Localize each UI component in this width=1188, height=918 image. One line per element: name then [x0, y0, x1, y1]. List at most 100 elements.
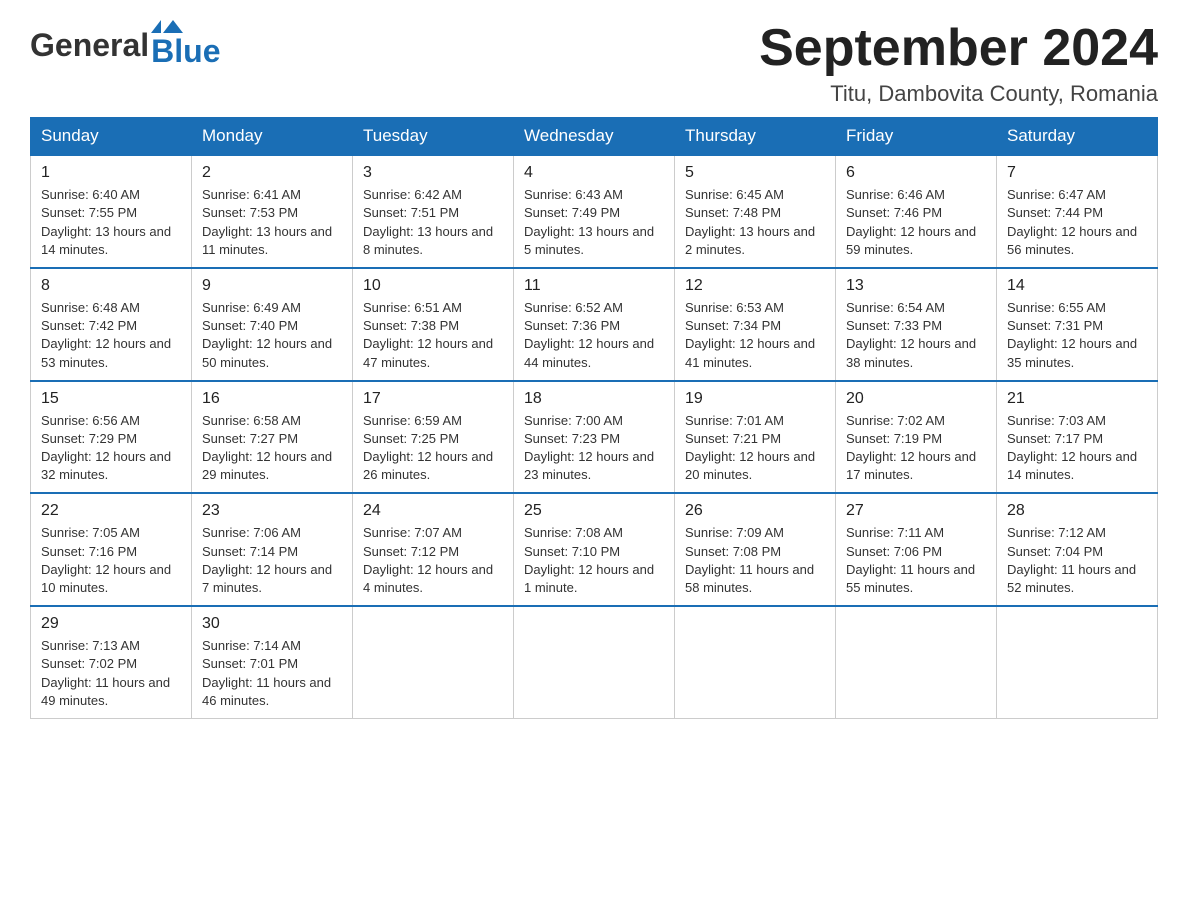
calendar-cell: 25 Sunrise: 7:08 AMSunset: 7:10 PMDayligh… — [514, 493, 675, 606]
calendar-cell: 15 Sunrise: 6:56 AMSunset: 7:29 PMDayligh… — [31, 381, 192, 494]
day-number: 28 — [1007, 502, 1147, 520]
calendar-cell: 28Sunrise: 7:12 AMSunset: 7:04 PMDayligh… — [997, 493, 1158, 606]
calendar-cell: 4Sunrise: 6:43 AMSunset: 7:49 PMDaylight… — [514, 155, 675, 268]
calendar-cell: 30Sunrise: 7:14 AMSunset: 7:01 PMDayligh… — [192, 606, 353, 718]
calendar-cell: 6 Sunrise: 6:46 AMSunset: 7:46 PMDaylight… — [836, 155, 997, 268]
day-number: 11 — [524, 277, 664, 295]
day-info: Sunrise: 6:46 AMSunset: 7:46 PMDaylight:… — [846, 186, 986, 259]
day-number: 17 — [363, 390, 503, 408]
calendar-cell: 8 Sunrise: 6:48 AMSunset: 7:42 PMDaylight… — [31, 268, 192, 381]
calendar-cell: 2 Sunrise: 6:41 AMSunset: 7:53 PMDaylight… — [192, 155, 353, 268]
calendar-cell: 23Sunrise: 7:06 AMSunset: 7:14 PMDayligh… — [192, 493, 353, 606]
calendar-cell: 5 Sunrise: 6:45 AMSunset: 7:48 PMDaylight… — [675, 155, 836, 268]
day-number: 2 — [202, 164, 342, 182]
calendar-table: SundayMondayTuesdayWednesdayThursdayFrid… — [30, 117, 1158, 719]
day-info: Sunrise: 6:56 AMSunset: 7:29 PMDaylight:… — [41, 412, 181, 485]
day-number: 23 — [202, 502, 342, 520]
day-info: Sunrise: 6:53 AMSunset: 7:34 PMDaylight:… — [685, 299, 825, 372]
weekday-header-thursday: Thursday — [675, 118, 836, 156]
day-info: Sunrise: 6:48 AMSunset: 7:42 PMDaylight:… — [41, 299, 181, 372]
calendar-cell: 3Sunrise: 6:42 AMSunset: 7:51 PMDaylight… — [353, 155, 514, 268]
calendar-cell: 11 Sunrise: 6:52 AMSunset: 7:36 PMDayligh… — [514, 268, 675, 381]
weekday-header-wednesday: Wednesday — [514, 118, 675, 156]
day-number: 5 — [685, 164, 825, 182]
calendar-cell — [675, 606, 836, 718]
day-info: Sunrise: 6:59 AMSunset: 7:25 PMDaylight:… — [363, 412, 503, 485]
day-number: 9 — [202, 277, 342, 295]
day-info: Sunrise: 7:07 AMSunset: 7:12 PMDaylight:… — [363, 524, 503, 597]
calendar-cell — [997, 606, 1158, 718]
calendar-cell: 24 Sunrise: 7:07 AMSunset: 7:12 PMDayligh… — [353, 493, 514, 606]
calendar-week-5: 29Sunrise: 7:13 AMSunset: 7:02 PMDayligh… — [31, 606, 1158, 718]
day-info: Sunrise: 7:03 AMSunset: 7:17 PMDaylight:… — [1007, 412, 1147, 485]
day-number: 16 — [202, 390, 342, 408]
month-title: September 2024 — [759, 20, 1158, 77]
calendar-body: 1 Sunrise: 6:40 AMSunset: 7:55 PMDaylight… — [31, 155, 1158, 718]
day-number: 25 — [524, 502, 664, 520]
day-info: Sunrise: 7:14 AMSunset: 7:01 PMDaylight:… — [202, 637, 342, 710]
day-number: 6 — [846, 164, 986, 182]
day-number: 3 — [363, 164, 503, 182]
calendar-cell: 19Sunrise: 7:01 AMSunset: 7:21 PMDayligh… — [675, 381, 836, 494]
day-number: 26 — [685, 502, 825, 520]
day-info: Sunrise: 7:09 AMSunset: 7:08 PMDaylight:… — [685, 524, 825, 597]
logo-general-text: General — [30, 27, 149, 64]
day-info: Sunrise: 6:55 AMSunset: 7:31 PMDaylight:… — [1007, 299, 1147, 372]
calendar-cell — [353, 606, 514, 718]
day-info: Sunrise: 6:54 AMSunset: 7:33 PMDaylight:… — [846, 299, 986, 372]
weekday-header-row: SundayMondayTuesdayWednesdayThursdayFrid… — [31, 118, 1158, 156]
calendar-week-4: 22 Sunrise: 7:05 AMSunset: 7:16 PMDayligh… — [31, 493, 1158, 606]
day-number: 24 — [363, 502, 503, 520]
logo-blue-text: Blue — [151, 33, 220, 70]
calendar-cell: 26 Sunrise: 7:09 AMSunset: 7:08 PMDayligh… — [675, 493, 836, 606]
calendar-cell: 22 Sunrise: 7:05 AMSunset: 7:16 PMDayligh… — [31, 493, 192, 606]
calendar-week-1: 1 Sunrise: 6:40 AMSunset: 7:55 PMDaylight… — [31, 155, 1158, 268]
day-info: Sunrise: 7:11 AMSunset: 7:06 PMDaylight:… — [846, 524, 986, 597]
day-number: 8 — [41, 277, 181, 295]
calendar-cell: 10Sunrise: 6:51 AMSunset: 7:38 PMDayligh… — [353, 268, 514, 381]
day-number: 14 — [1007, 277, 1147, 295]
day-number: 10 — [363, 277, 503, 295]
day-info: Sunrise: 7:08 AMSunset: 7:10 PMDaylight:… — [524, 524, 664, 597]
calendar-cell: 29Sunrise: 7:13 AMSunset: 7:02 PMDayligh… — [31, 606, 192, 718]
calendar-week-2: 8 Sunrise: 6:48 AMSunset: 7:42 PMDaylight… — [31, 268, 1158, 381]
title-section: September 2024 Titu, Dambovita County, R… — [759, 20, 1158, 107]
weekday-header-friday: Friday — [836, 118, 997, 156]
day-info: Sunrise: 7:05 AMSunset: 7:16 PMDaylight:… — [41, 524, 181, 597]
location-subtitle: Titu, Dambovita County, Romania — [759, 81, 1158, 107]
day-number: 19 — [685, 390, 825, 408]
weekday-header-monday: Monday — [192, 118, 353, 156]
day-info: Sunrise: 6:49 AMSunset: 7:40 PMDaylight:… — [202, 299, 342, 372]
day-number: 1 — [41, 164, 181, 182]
day-number: 22 — [41, 502, 181, 520]
weekday-header-sunday: Sunday — [31, 118, 192, 156]
calendar-week-3: 15 Sunrise: 6:56 AMSunset: 7:29 PMDayligh… — [31, 381, 1158, 494]
day-info: Sunrise: 6:45 AMSunset: 7:48 PMDaylight:… — [685, 186, 825, 259]
day-info: Sunrise: 6:41 AMSunset: 7:53 PMDaylight:… — [202, 186, 342, 259]
day-info: Sunrise: 6:40 AMSunset: 7:55 PMDaylight:… — [41, 186, 181, 259]
calendar-cell: 13Sunrise: 6:54 AMSunset: 7:33 PMDayligh… — [836, 268, 997, 381]
logo: General Blue — [30, 20, 221, 70]
calendar-cell: 14 Sunrise: 6:55 AMSunset: 7:31 PMDayligh… — [997, 268, 1158, 381]
calendar-cell: 7Sunrise: 6:47 AMSunset: 7:44 PMDaylight… — [997, 155, 1158, 268]
day-number: 20 — [846, 390, 986, 408]
calendar-cell: 21 Sunrise: 7:03 AMSunset: 7:17 PMDayligh… — [997, 381, 1158, 494]
day-info: Sunrise: 6:58 AMSunset: 7:27 PMDaylight:… — [202, 412, 342, 485]
calendar-cell: 18 Sunrise: 7:00 AMSunset: 7:23 PMDayligh… — [514, 381, 675, 494]
day-number: 18 — [524, 390, 664, 408]
calendar-cell: 20 Sunrise: 7:02 AMSunset: 7:19 PMDayligh… — [836, 381, 997, 494]
calendar-cell: 27Sunrise: 7:11 AMSunset: 7:06 PMDayligh… — [836, 493, 997, 606]
day-number: 21 — [1007, 390, 1147, 408]
day-number: 7 — [1007, 164, 1147, 182]
calendar-cell: 12Sunrise: 6:53 AMSunset: 7:34 PMDayligh… — [675, 268, 836, 381]
day-info: Sunrise: 7:02 AMSunset: 7:19 PMDaylight:… — [846, 412, 986, 485]
calendar-cell: 1 Sunrise: 6:40 AMSunset: 7:55 PMDaylight… — [31, 155, 192, 268]
day-number: 15 — [41, 390, 181, 408]
day-info: Sunrise: 7:00 AMSunset: 7:23 PMDaylight:… — [524, 412, 664, 485]
page-header: General Blue September 2024 Titu, Dambov… — [30, 20, 1158, 107]
day-info: Sunrise: 7:13 AMSunset: 7:02 PMDaylight:… — [41, 637, 181, 710]
day-info: Sunrise: 6:52 AMSunset: 7:36 PMDaylight:… — [524, 299, 664, 372]
calendar-cell: 17 Sunrise: 6:59 AMSunset: 7:25 PMDayligh… — [353, 381, 514, 494]
weekday-header-saturday: Saturday — [997, 118, 1158, 156]
calendar-cell: 9 Sunrise: 6:49 AMSunset: 7:40 PMDaylight… — [192, 268, 353, 381]
